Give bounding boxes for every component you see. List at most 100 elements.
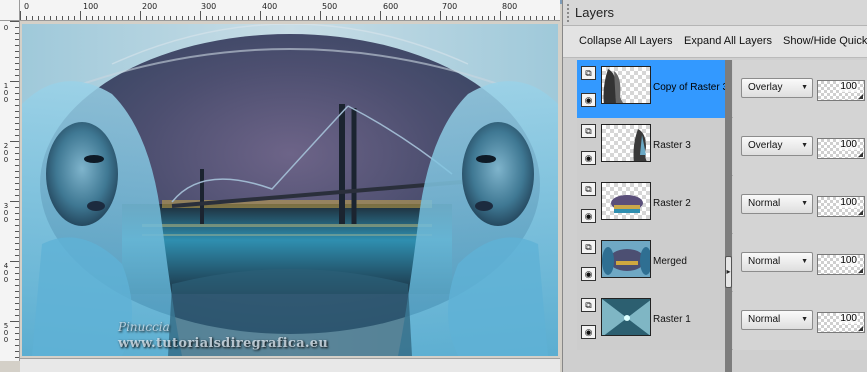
ruler-label: 100	[83, 2, 99, 11]
watermark-logo: Pinuccia	[118, 320, 170, 334]
ruler-tick	[74, 16, 75, 20]
blend-mode-dropdown[interactable]: Normal ▼	[741, 252, 813, 272]
layer-info[interactable]: ⧉ ◉ Copy of Raster 3	[577, 60, 728, 118]
layer-icons: ⧉ ◉	[579, 122, 599, 172]
chevron-down-icon: ▼	[801, 316, 808, 323]
layer-info[interactable]: ⧉ ◉ Raster 1	[577, 292, 725, 350]
ruler-tick	[10, 21, 19, 22]
layers-toolbar: Collapse All Layers Expand All Layers Sh…	[563, 26, 867, 58]
collapse-all-layers-button[interactable]: Collapse All Layers	[579, 35, 673, 47]
ruler-tick	[350, 16, 351, 20]
image-canvas[interactable]: Pinuccia www.tutorialsdiregrafica.eu	[22, 24, 558, 356]
ruler-tick	[260, 11, 261, 20]
ruler-tick	[62, 16, 63, 20]
layers-panel: Layers Collapse All Layers Expand All La…	[562, 0, 867, 372]
ruler-tick	[15, 57, 19, 58]
panel-title-bar[interactable]: Layers	[563, 0, 867, 26]
ruler-tick	[15, 171, 19, 172]
canvas-artwork	[22, 24, 558, 356]
ruler-tick	[15, 243, 19, 244]
panel-grip-icon[interactable]	[567, 4, 571, 22]
expand-all-layers-button[interactable]: Expand All Layers	[684, 35, 772, 47]
layer-stack-icon[interactable]: ⧉	[581, 66, 596, 80]
eye-icon[interactable]: ◉	[581, 209, 596, 223]
ruler-tick	[248, 16, 249, 20]
ruler-tick	[15, 117, 19, 118]
chevron-down-icon: ▼	[801, 200, 808, 207]
ruler-tick	[404, 16, 405, 20]
ruler-tick	[242, 16, 243, 20]
chevron-down-icon: ▼	[801, 142, 808, 149]
panel-column-divider[interactable]	[725, 60, 732, 372]
layer-info[interactable]: ⧉ ◉ Raster 2	[577, 176, 725, 234]
opacity-value: 100	[839, 197, 858, 208]
layer-row[interactable]: ⧉ ◉ Raster 3 Overlay ▼ 100	[577, 118, 867, 176]
layer-stack-icon[interactable]: ⧉	[581, 124, 596, 138]
horizontal-scrollbar[interactable]	[20, 358, 560, 372]
opacity-control[interactable]: 100	[817, 196, 865, 217]
ruler-tick	[170, 16, 171, 20]
chevron-right-icon[interactable]: ▸	[725, 256, 732, 288]
eye-icon[interactable]: ◉	[581, 267, 596, 281]
blend-mode-dropdown[interactable]: Overlay ▼	[741, 136, 813, 156]
opacity-control[interactable]: 100	[817, 254, 865, 275]
ruler-tick	[15, 237, 19, 238]
ruler-label: 400	[3, 262, 9, 284]
ruler-tick	[530, 16, 531, 20]
ruler-tick	[10, 321, 19, 322]
ruler-label: 0	[3, 24, 9, 32]
blend-mode-value: Normal	[748, 198, 781, 209]
ruler-tick	[116, 16, 117, 20]
show-hide-quick-button[interactable]: Show/Hide Quick	[783, 35, 867, 47]
layer-row[interactable]: ⧉ ◉ Copy of Raster 3 Overlay ▼ 100	[577, 60, 867, 118]
ruler-tick	[15, 309, 19, 310]
opacity-value: 100	[839, 139, 858, 150]
layer-stack-icon[interactable]: ⧉	[581, 182, 596, 196]
layer-thumbnail	[601, 298, 651, 336]
layer-stack-icon[interactable]: ⧉	[581, 298, 596, 312]
ruler-tick	[15, 213, 19, 214]
layer-row[interactable]: ⧉ ◉ Raster 2 Normal ▼ 100	[577, 176, 867, 234]
ruler-tick	[15, 297, 19, 298]
opacity-control[interactable]: 100	[817, 80, 865, 101]
layer-row[interactable]: ⧉ ◉ Raster 1 Normal ▼ 100	[577, 292, 867, 350]
blend-mode-dropdown[interactable]: Overlay ▼	[741, 78, 813, 98]
watermark-text: www.tutorialsdiregrafica.eu	[118, 336, 329, 351]
layer-icons: ⧉ ◉	[579, 296, 599, 346]
ruler-tick	[326, 16, 327, 20]
ruler-tick	[386, 16, 387, 20]
layer-info[interactable]: ⧉ ◉ Merged	[577, 234, 725, 292]
thumbnail-art	[602, 299, 650, 335]
blend-mode-dropdown[interactable]: Normal ▼	[741, 310, 813, 330]
ruler-tick	[86, 16, 87, 20]
thumbnail-art	[602, 241, 650, 277]
corner-resize-icon	[858, 152, 863, 157]
ruler-tick	[15, 273, 19, 274]
ruler-tick	[15, 195, 19, 196]
layer-row[interactable]: ⧉ ◉ Merged Normal ▼ 100	[577, 234, 867, 292]
ruler-tick	[15, 351, 19, 352]
ruler-tick	[182, 16, 183, 20]
ruler-tick	[15, 135, 19, 136]
opacity-control[interactable]: 100	[817, 312, 865, 333]
corner-resize-icon	[858, 268, 863, 273]
layer-stack-icon[interactable]: ⧉	[581, 240, 596, 254]
layer-properties: Overlay ▼ 100	[733, 60, 867, 118]
ruler-tick	[15, 345, 19, 346]
layer-list: ⧉ ◉ Copy of Raster 3 Overlay ▼ 100 ⧉ ◉ R…	[563, 60, 867, 372]
ruler-tick	[410, 16, 411, 20]
eye-icon[interactable]: ◉	[581, 93, 596, 107]
ruler-tick	[110, 16, 111, 20]
ruler-tick	[104, 16, 105, 20]
eye-icon[interactable]: ◉	[581, 325, 596, 339]
ruler-tick	[15, 153, 19, 154]
ruler-tick	[15, 183, 19, 184]
ruler-tick	[500, 11, 501, 20]
ruler-tick	[476, 16, 477, 20]
blend-mode-dropdown[interactable]: Normal ▼	[741, 194, 813, 214]
layer-info[interactable]: ⧉ ◉ Raster 3	[577, 118, 725, 176]
ruler-tick	[20, 11, 21, 20]
opacity-control[interactable]: 100	[817, 138, 865, 159]
eye-icon[interactable]: ◉	[581, 151, 596, 165]
ruler-tick	[230, 16, 231, 20]
